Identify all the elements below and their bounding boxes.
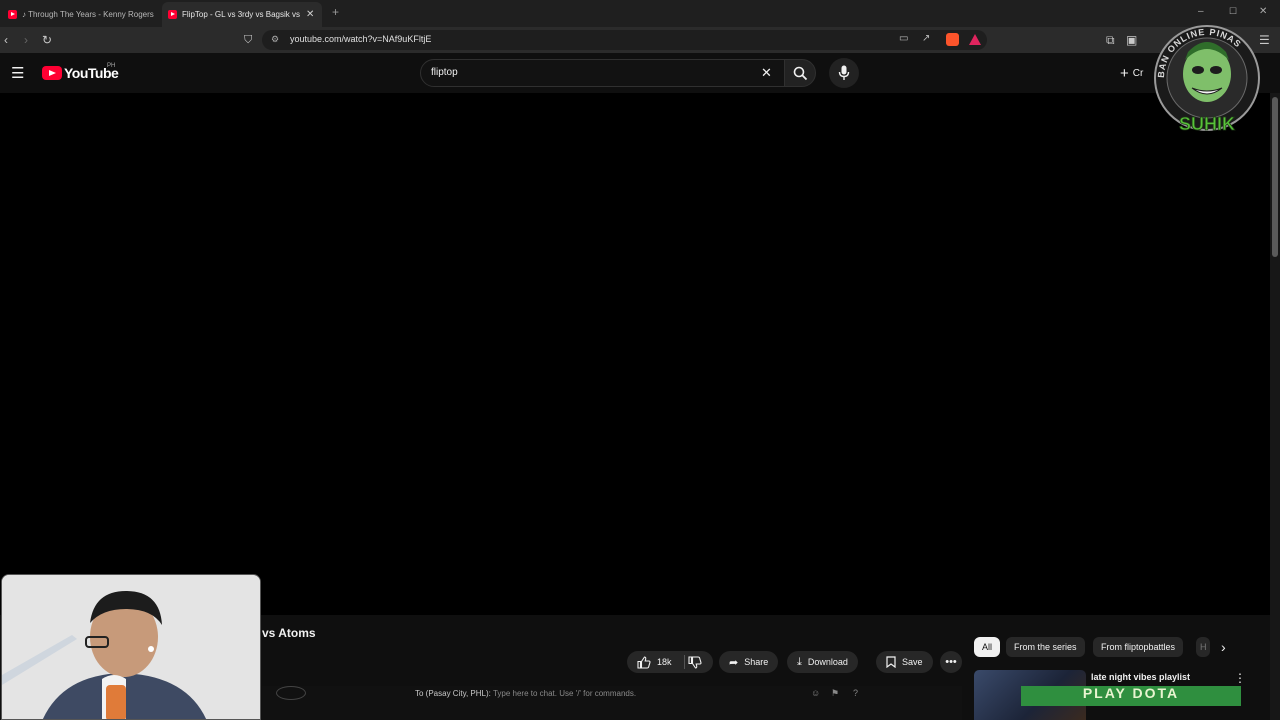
scrollbar-thumb[interactable] [1272,97,1278,257]
thumbs-down-icon[interactable] [688,656,702,669]
chat-placeholder: Type here to chat. Use '/' for commands. [492,689,637,698]
browser-toolbar: ‹ › ↻ ⛉ ⚙ youtube.com/watch?v=NAf9uKFltj… [0,27,1280,53]
recommendation-more-icon[interactable]: ⋮ [1234,671,1246,685]
cast-icon[interactable]: ▭ [899,33,908,44]
browser-tab-strip: ♪ Through The Years - Kenny Rogers FlipT… [0,0,1280,27]
share-button[interactable]: ➦ Share [719,651,779,673]
more-actions-button[interactable]: ••• [940,651,962,673]
bookmark-icon[interactable]: ⛉ [244,32,252,48]
voice-search-button[interactable] [829,58,859,88]
page-scrollbar[interactable] [1270,93,1280,720]
video-player[interactable] [0,93,1270,615]
emoji-icon[interactable]: ☺ [811,688,820,698]
save-label: Save [902,657,923,667]
search-icon [793,66,808,81]
youtube-favicon-icon [168,10,177,19]
thumbs-up-icon [637,655,651,669]
create-button[interactable]: + Cr [1120,60,1143,86]
like-count: 18k [657,657,672,667]
browser-tab-fliptop[interactable]: FlipTop - GL vs 3rdy vs Bagsik vs ✕ [162,2,322,27]
tab-label: FlipTop - GL vs 3rdy vs Bagsik vs [182,10,300,19]
chip-from-fliptopbattles[interactable]: From fliptopbattles [1093,637,1184,657]
tab-label: ♪ Through The Years - Kenny Rogers [22,10,154,19]
youtube-play-icon [42,66,62,80]
play-dota-banner: PLAY DOTA [1021,686,1241,706]
download-button[interactable]: ⤓ Download [787,651,858,673]
search-input[interactable]: fliptop ✕ [420,59,785,87]
plus-icon: + [1120,64,1129,82]
search-button[interactable] [784,59,816,87]
video-title: vs Atoms [262,626,316,640]
guide-menu-icon[interactable]: ☰ [11,64,24,82]
chips-next-arrow-icon[interactable]: › [1221,639,1226,655]
clear-search-icon[interactable]: ✕ [761,65,772,81]
chat-settings-icon[interactable]: ⚑ [831,688,839,699]
extensions-icon[interactable]: ⧉ [1106,32,1115,48]
share-label: Share [744,657,769,667]
download-icon: ⤓ [797,655,802,668]
overlay-circle-icon [276,686,306,700]
browser-tab-kenny-rogers[interactable]: ♪ Through The Years - Kenny Rogers [2,2,158,27]
chip-all[interactable]: All [974,637,1001,657]
microphone-icon [838,65,850,80]
forward-arrow-icon[interactable]: › [24,32,28,48]
create-button-label: Cr [1132,67,1144,79]
chat-help-icon[interactable]: ? [853,688,858,698]
chip-from-the-series[interactable]: From the series [1006,637,1085,657]
back-arrow-icon[interactable]: ‹ [4,32,8,48]
watermark-brand-text: SUHIK [1179,114,1235,134]
youtube-header: ☰ YouTube PH fliptop ✕ + Cr [0,53,1280,93]
brave-shields-icon[interactable] [946,33,959,46]
chat-input-line[interactable]: To (Pasay City, PHL): Type here to chat.… [415,689,636,698]
share-arrow-icon: ➦ [729,656,739,669]
sidebar-icon[interactable]: ▣ [1126,32,1137,48]
save-button[interactable]: Save [876,651,933,673]
channel-watermark-logo: BAN ONLINE PINAS SUHIK [1148,16,1266,144]
url-text: youtube.com/watch?v=NAf9uKFltjE [290,34,432,44]
search-query-text: fliptop [431,67,458,78]
chip-partial[interactable]: H [1196,637,1210,657]
webcam-overlay [1,574,261,720]
address-bar[interactable]: ⚙ youtube.com/watch?v=NAf9uKFltjE ▭ ↗ [262,30,987,50]
close-tab-icon[interactable]: ✕ [306,9,314,20]
more-horizontal-icon: ••• [945,656,957,668]
game-chat-overlay: To (Pasay City, PHL): Type here to chat.… [262,686,962,720]
bookmark-save-icon [886,656,896,668]
like-dislike-group: 18k [627,651,713,673]
brave-rewards-icon[interactable] [969,34,981,45]
country-code: PH [107,63,116,69]
like-divider [684,655,685,669]
download-label: Download [807,657,848,667]
new-tab-button[interactable]: + [332,5,339,19]
share-page-icon[interactable]: ↗ [922,33,930,44]
webcam-person-image [2,575,260,719]
like-button[interactable]: 18k [637,655,672,669]
reload-icon[interactable]: ↻ [42,32,52,48]
recommendation-title[interactable]: late night vibes playlist [1091,672,1190,682]
youtube-favicon-icon [8,10,17,19]
site-info-icon[interactable]: ⚙ [271,34,279,45]
chat-recipient: To (Pasay City, PHL): [415,689,491,698]
